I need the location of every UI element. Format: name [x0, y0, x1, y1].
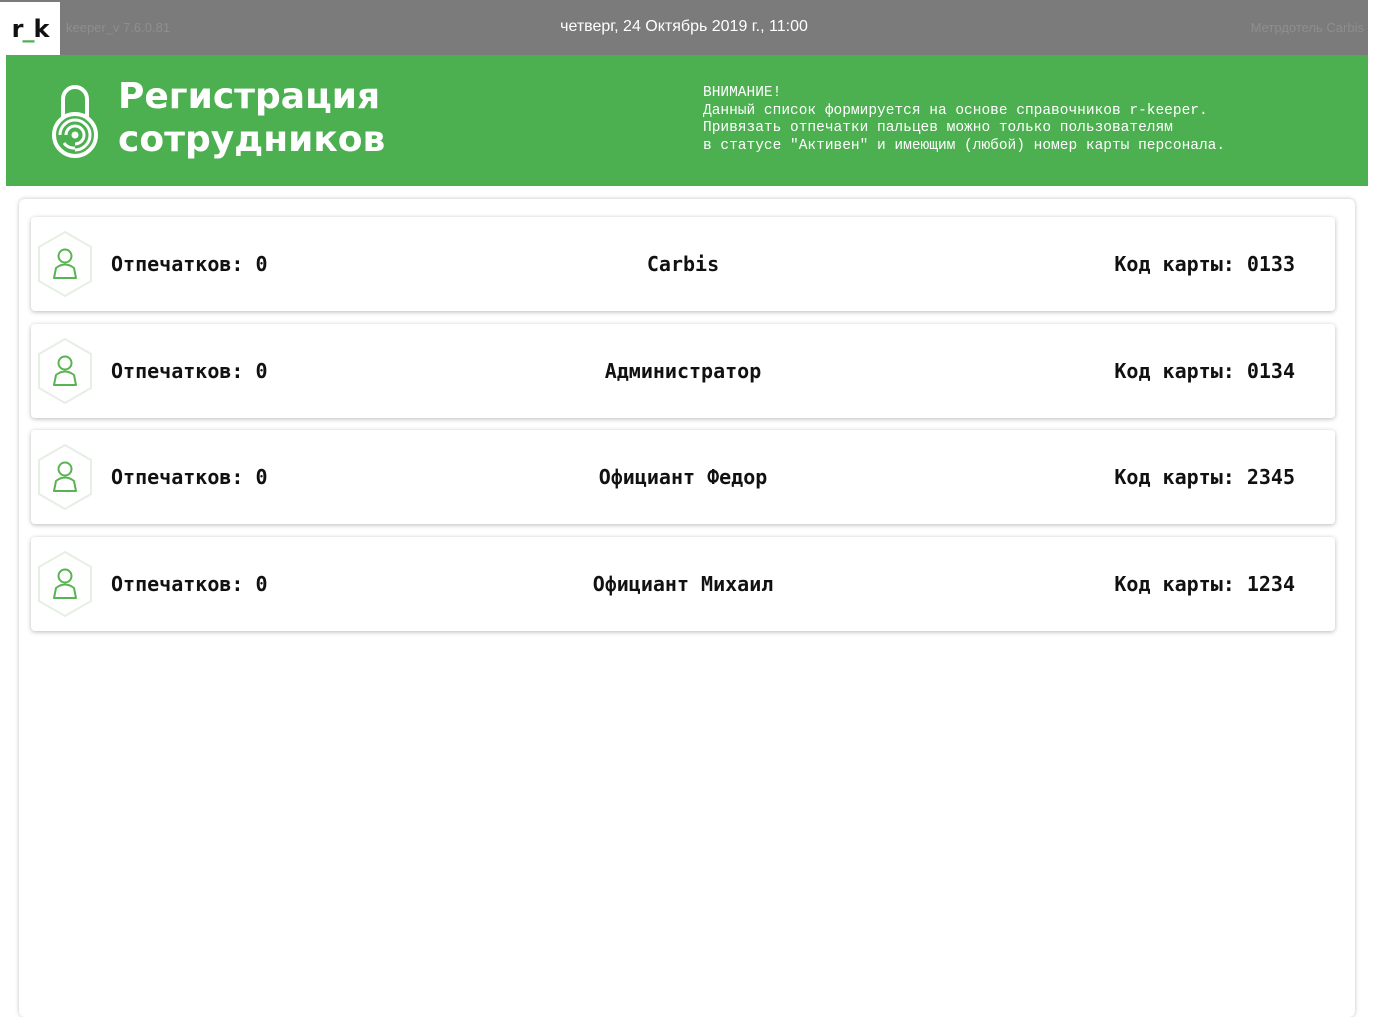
- warning-notice: ВНИМАНИЕ! Данный список формируется на ос…: [703, 85, 1226, 154]
- employee-row[interactable]: Отпечатков: 0 Официант Михаил Код карты:…: [31, 536, 1335, 631]
- current-datetime: четверг, 24 Октябрь 2019 г., 11:00: [560, 18, 808, 35]
- fingerprint-count: Отпечатков: 0: [111, 252, 268, 276]
- title-bar: r_k keeper_v 7.6.0.81 четверг, 24 Октябр…: [0, 0, 1368, 55]
- employee-row[interactable]: Отпечатков: 0 Официант Федор Код карты: …: [31, 430, 1335, 524]
- fingerprint-count: Отпечатков: 0: [111, 358, 268, 383]
- card-code: Код карты: 0133: [1114, 252, 1295, 276]
- card-code: Код карты: 2345: [1114, 465, 1295, 489]
- card-code: Код карты: 1234: [1114, 571, 1295, 596]
- employee-row[interactable]: Отпечатков: 0 Carbis Код карты: 0133: [31, 217, 1335, 311]
- employee-row[interactable]: Отпечатков: 0 Администратор Код карты: 0…: [31, 323, 1335, 418]
- card-code: Код карты: 0134: [1114, 358, 1295, 383]
- fingerprint-count: Отпечатков: 0: [111, 571, 268, 596]
- user-hexagon-icon: [38, 230, 92, 298]
- current-user: Метрдотель Carbis: [1250, 20, 1364, 35]
- user-hexagon-icon: [38, 443, 92, 511]
- fingerprint-lock-icon: [52, 85, 98, 158]
- fingerprint-count: Отпечатков: 0: [111, 465, 268, 489]
- user-hexagon-icon: [38, 337, 92, 404]
- employee-panel: Отпечатков: 0 Carbis Код карты: 0133 Отп…: [19, 199, 1355, 1017]
- user-hexagon-icon: [38, 550, 92, 617]
- page-title: Регистрация сотрудников: [118, 76, 386, 160]
- employee-list: Отпечатков: 0 Carbis Код карты: 0133 Отп…: [31, 217, 1335, 643]
- page-header: Регистрация сотрудников ВНИМАНИЕ! Данный …: [6, 55, 1368, 186]
